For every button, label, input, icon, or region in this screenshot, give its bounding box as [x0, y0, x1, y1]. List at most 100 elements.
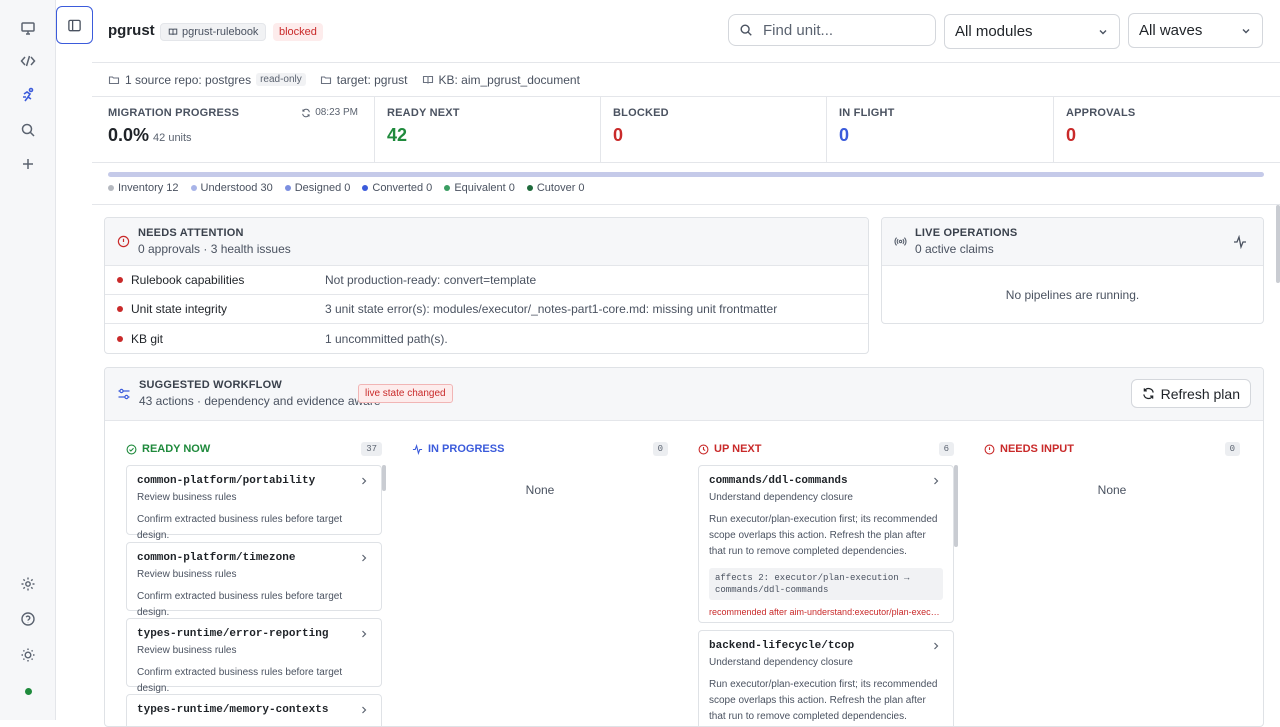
plus-icon[interactable]	[14, 150, 42, 178]
column-header: UP NEXT 6	[698, 440, 954, 458]
workflow-card[interactable]: commands/ddl-commands Understand depende…	[698, 465, 954, 623]
needs-attention-panel: NEEDS ATTENTION 0 approvals · 3 health i…	[104, 217, 869, 354]
last-updated-time: 08:23 PM	[315, 107, 358, 118]
suggested-workflow-panel: SUGGESTED WORKFLOW 43 actions · dependen…	[104, 367, 1264, 727]
legend-dot	[526, 185, 533, 191]
stat-migration-progress: MIGRATION PROGRESS 08:23 PM 0.0% 42 units	[92, 97, 375, 163]
card-recommendation: recommended after aim-understand:executo…	[709, 607, 943, 617]
refresh-plan-label: Refresh plan	[1160, 385, 1240, 402]
legend-item: Understood 30	[190, 182, 273, 194]
column-header: NEEDS INPUT 0	[984, 440, 1240, 458]
sidebar-toggle-button[interactable]	[56, 6, 93, 44]
code-icon[interactable]	[14, 47, 42, 75]
card-unit-name: types-runtime/error-reporting	[137, 628, 329, 640]
workflow-card[interactable]: common-platform/timezone Review business…	[126, 542, 382, 618]
attention-row[interactable]: Unit state integrity 3 unit state error(…	[105, 295, 868, 324]
book-icon	[422, 75, 433, 84]
card-unit-name: common-platform/portability	[137, 475, 316, 487]
help-icon[interactable]	[14, 605, 42, 633]
legend-label: Equivalent 0	[454, 182, 515, 194]
monitor-icon[interactable]	[14, 14, 42, 42]
legend-label: Cutover 0	[536, 182, 585, 194]
workflow-card[interactable]: types-runtime/memory-contexts	[126, 694, 382, 726]
workflow-card[interactable]: types-runtime/error-reporting Review bus…	[126, 618, 382, 694]
column-count: 0	[1224, 442, 1240, 456]
card-action: Review business rules	[137, 645, 237, 656]
migration-runner-icon[interactable]	[14, 81, 42, 109]
workflow-card[interactable]: backend-lifecycle/tcop Understand depend…	[698, 630, 954, 726]
folder-icon	[320, 75, 331, 84]
folder-icon	[108, 75, 120, 84]
divider	[92, 204, 1280, 205]
legend-item: Equivalent 0	[444, 182, 515, 194]
modules-select-value: All modules	[955, 23, 1033, 40]
legend-dot	[108, 185, 114, 191]
legend-item: Inventory 12	[108, 182, 179, 194]
refresh-icon	[1142, 387, 1154, 400]
modules-select[interactable]: All modules	[944, 14, 1120, 49]
card-action: Review business rules	[137, 492, 237, 503]
search-box[interactable]	[728, 14, 936, 46]
column-needs-input: NEEDS INPUT 0 None	[984, 440, 1240, 497]
kb-meta: KB: aim_pgrust_document	[422, 73, 580, 87]
theme-sun-icon[interactable]	[14, 641, 42, 669]
clock-icon	[698, 444, 709, 454]
attention-list: Rulebook capabilities Not production-rea…	[105, 266, 868, 353]
settings-gear-icon[interactable]	[14, 570, 42, 598]
attention-name: KB git	[131, 331, 164, 346]
legend-item: Cutover 0	[526, 182, 585, 194]
attention-row[interactable]: KB git 1 uncommitted path(s).	[105, 324, 868, 353]
card-description: Run executor/plan-execution first; its r…	[709, 514, 938, 557]
needs-attention-header: NEEDS ATTENTION 0 approvals · 3 health i…	[105, 218, 868, 266]
source-repo-meta: 1 source repo: postgres read-only	[108, 73, 306, 87]
alert-circle-icon	[984, 444, 995, 454]
sidebar-panel-icon	[68, 19, 81, 31]
activity-icon[interactable]	[1233, 235, 1247, 249]
column-ready-now: READY NOW 37	[126, 440, 382, 458]
panel-title: SUGGESTED WORKFLOW	[139, 379, 282, 391]
legend-dot	[444, 185, 451, 191]
column-title: NEEDS INPUT	[1000, 443, 1074, 455]
last-updated: 08:23 PM	[301, 107, 358, 118]
stage-legend: Inventory 12 Understood 30 Designed 0 Conve…	[108, 182, 585, 194]
stat-label: APPROVALS	[1066, 107, 1136, 119]
column-title: READY NOW	[142, 443, 211, 455]
waves-select[interactable]: All waves	[1128, 13, 1263, 48]
page-scrollbar[interactable]	[1276, 205, 1280, 283]
search-icon[interactable]	[14, 116, 42, 144]
panel-title: NEEDS ATTENTION	[138, 227, 244, 239]
card-action: Understand dependency closure	[709, 492, 853, 503]
project-title: pgrust	[108, 22, 155, 39]
stat-label: IN FLIGHT	[839, 107, 895, 119]
card-affects: affects 2: executor/plan-execution → com…	[709, 568, 943, 600]
search-input[interactable]	[763, 21, 923, 39]
stat-ready-next: READY NEXT 42	[375, 97, 601, 163]
live-empty-message: No pipelines are running.	[1005, 288, 1140, 302]
chevron-right-icon	[362, 554, 367, 562]
attention-name: Rulebook capabilities	[131, 273, 245, 287]
column-empty: None	[525, 483, 555, 497]
main-content: pgrust pgrust-rulebook blocked All modul…	[92, 0, 1280, 727]
legend-label: Understood 30	[200, 182, 273, 194]
card-description: Confirm extracted business rules before …	[137, 514, 343, 541]
ready-column-scrollbar[interactable]	[382, 465, 386, 491]
stat-approvals: APPROVALS 0	[1054, 97, 1280, 163]
error-dot	[117, 335, 123, 342]
column-count: 0	[652, 442, 668, 456]
migration-progress-bar	[108, 172, 1264, 177]
card-unit-name: commands/ddl-commands	[709, 475, 848, 487]
workflow-card[interactable]: common-platform/portability Review busin…	[126, 465, 382, 541]
column-up-next: UP NEXT 6	[698, 440, 954, 458]
stat-in-flight: IN FLIGHT 0	[827, 97, 1054, 163]
live-state-changed-badge: live state changed	[358, 384, 453, 403]
refresh-plan-button[interactable]: Refresh plan	[1130, 379, 1251, 408]
read-only-badge: read-only	[256, 73, 306, 86]
progress-value: 0.0%	[108, 125, 150, 145]
legend-dot	[362, 185, 369, 191]
attention-row[interactable]: Rulebook capabilities Not production-rea…	[105, 266, 868, 295]
alert-circle-icon	[117, 235, 130, 248]
up-next-column-scrollbar[interactable]	[954, 465, 958, 547]
legend-dot	[284, 185, 291, 191]
rulebook-chip[interactable]: pgrust-rulebook	[160, 23, 267, 41]
status-badge: blocked	[273, 23, 323, 41]
